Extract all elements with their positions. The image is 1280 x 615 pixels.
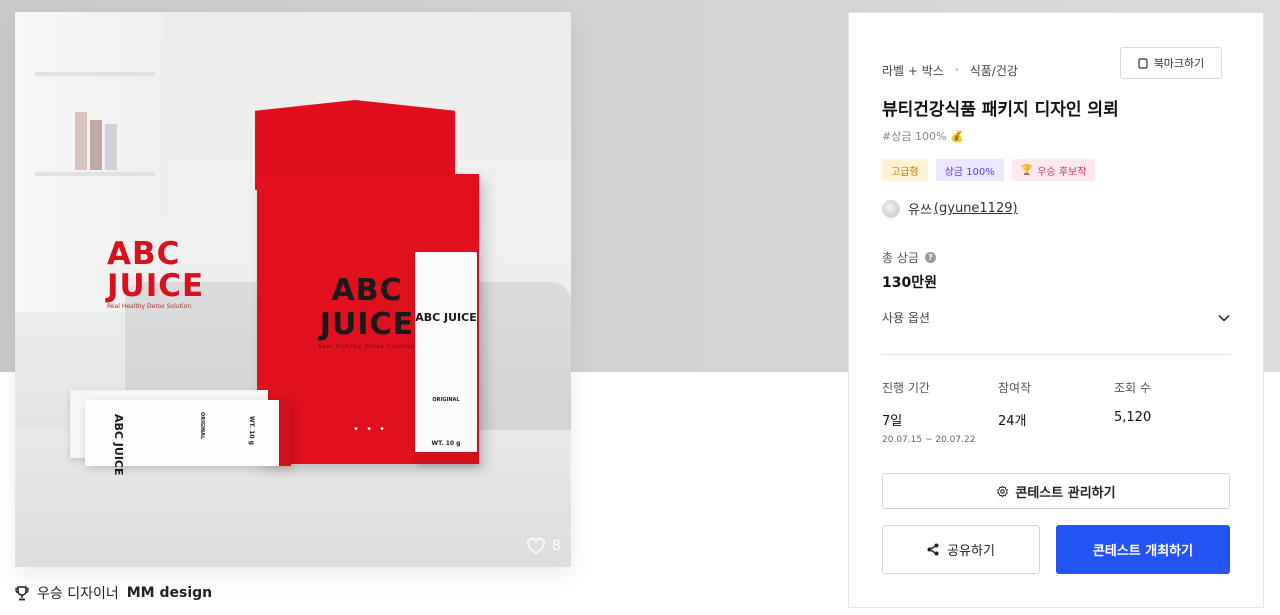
share-button[interactable]: 공유하기: [882, 525, 1040, 574]
host-contest-label: 콘테스트 개최하기: [1092, 544, 1194, 559]
total-prize-label: 총 상금 ?: [882, 249, 936, 266]
stat-duration: 진행 기간 7일 20.07.15 ~ 20.07.22: [882, 379, 975, 445]
winner-candidate-label: 우승 후보작: [1037, 166, 1087, 178]
bookmark-button[interactable]: 북마크하기: [1120, 47, 1222, 79]
divider: [882, 354, 1230, 355]
like-button[interactable]: 8: [526, 537, 561, 555]
help-icon[interactable]: ?: [924, 252, 936, 263]
usage-option-label: 사용 옵션: [882, 311, 930, 325]
shelf-book: [105, 124, 117, 170]
heart-icon: [527, 537, 545, 555]
stick-logo: ABC JUICE: [112, 414, 125, 476]
trophy-icon: [15, 585, 29, 600]
category-separator: •: [953, 65, 960, 76]
contest-info-card: 라벨 + 박스 • 식품/건강 북마크하기 뷰티건강식품 패키지 디자인 의뢰 …: [848, 12, 1264, 608]
stick-variant: ORIGINAL: [199, 412, 205, 440]
user-name: 유쓰: [908, 203, 932, 218]
contest-title: 뷰티건강식품 패키지 디자인 의뢰: [882, 100, 1119, 120]
stick-red-band: [279, 400, 291, 466]
stat-participants-value: 24개: [998, 414, 1027, 429]
designer-label: 우승 디자이너: [37, 586, 119, 602]
host-user[interactable]: 유쓰 (gyune1129): [882, 199, 1018, 218]
avatar: [882, 199, 900, 218]
stick-pouch-standing: ABC JUICE ORIGINAL WT. 10 g: [415, 252, 477, 464]
category-secondary[interactable]: 식품/건강: [970, 62, 1018, 79]
shelf-line: [35, 172, 155, 176]
designer-name[interactable]: MM design: [127, 585, 212, 601]
stick-weight: WT. 10 g: [248, 416, 255, 445]
usage-option-toggle[interactable]: 사용 옵션: [882, 309, 1230, 326]
manage-contest-label: 콘테스트 관리하기: [1015, 485, 1116, 501]
stat-duration-range: 20.07.15 ~ 20.07.22: [882, 435, 976, 445]
prize-badge: 상금 100%: [935, 159, 1004, 181]
box-dots: • • •: [353, 424, 388, 435]
stat-views: 조회 수 5,120: [1114, 379, 1151, 425]
product-image[interactable]: ABC JUICE Real Healthy Detox Solution AB…: [15, 12, 571, 567]
shelf-book: [90, 120, 102, 170]
manage-contest-button[interactable]: 콘테스트 관리하기: [882, 473, 1230, 509]
stick-red-band: [415, 452, 477, 464]
gear-icon: [997, 485, 1009, 497]
share-icon: [927, 543, 939, 556]
stat-duration-value: 7일: [882, 414, 903, 429]
category-breadcrumb: 라벨 + 박스 • 식품/건강: [882, 62, 1018, 79]
total-prize-value: 130만원: [882, 275, 937, 291]
share-label: 공유하기: [947, 544, 995, 559]
stat-views-value: 5,120: [1114, 410, 1152, 425]
badge-list: 고급형 상금 100% 🏆 우승 후보작: [882, 159, 1096, 181]
total-prize-label-text: 총 상금: [882, 251, 919, 265]
stat-participants: 참여작 24개: [998, 379, 1031, 429]
shelf-line: [35, 72, 155, 76]
winner-designer: 우승 디자이너 MM design: [15, 583, 212, 603]
stat-participants-label: 참여작: [998, 381, 1032, 395]
host-contest-button[interactable]: 콘테스트 개최하기: [1056, 525, 1230, 574]
like-count: 8: [552, 538, 561, 554]
grade-badge: 고급형: [882, 159, 928, 181]
trophy-icon: 🏆: [1020, 164, 1034, 176]
shelf-book: [75, 112, 87, 170]
stat-duration-label: 진행 기간: [882, 381, 930, 395]
winner-candidate-badge: 🏆 우승 후보작: [1011, 159, 1096, 181]
stick-weight: WT. 10 g: [431, 440, 461, 447]
prize-hashtag-text: #상금 100%: [882, 130, 947, 143]
stick-logo: ABC JUICE: [415, 311, 477, 324]
bookmark-icon: [1138, 57, 1148, 69]
brand-logo: ABC JUICE Real Healthy Detox Solution: [107, 238, 207, 312]
stat-views-label: 조회 수: [1114, 381, 1151, 395]
category-primary[interactable]: 라벨 + 박스: [882, 62, 944, 79]
stick-variant: ORIGINAL: [432, 397, 460, 403]
prize-hashtag: #상금 100% 💰: [882, 128, 964, 144]
bookmark-label: 북마크하기: [1153, 57, 1205, 70]
money-bag-icon: 💰: [950, 129, 965, 143]
chevron-down-icon: [1218, 314, 1230, 322]
stick-pouch-lying: ABC JUICE ORIGINAL WT. 10 g: [85, 400, 291, 476]
user-id[interactable]: (gyune1129): [934, 201, 1018, 216]
brand-logo-text: ABC JUICE: [107, 236, 205, 304]
